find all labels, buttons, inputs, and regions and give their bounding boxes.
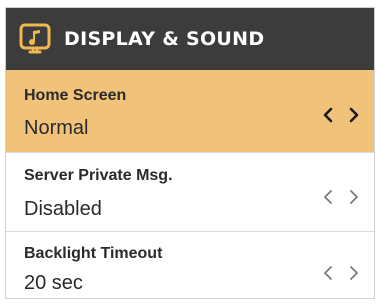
chevron-left-icon[interactable]	[320, 104, 336, 126]
chevron-right-icon[interactable]	[346, 262, 362, 284]
setting-label: Backlight Timeout	[24, 245, 163, 262]
music-note-display-icon	[19, 23, 51, 54]
setting-row-backlight-timeout[interactable]: Backlight Timeout 20 sec	[6, 232, 374, 298]
panel-header: DISPLAY & SOUND	[6, 8, 374, 70]
setting-row-server-private-msg[interactable]: Server Private Msg. Disabled	[6, 153, 374, 232]
chevron-right-icon[interactable]	[346, 104, 362, 126]
panel-title: DISPLAY & SOUND	[64, 28, 265, 50]
setting-value: Disabled	[24, 198, 102, 220]
display-sound-panel: DISPLAY & SOUND Home Screen Normal Serve…	[5, 7, 375, 299]
chevron-left-icon[interactable]	[320, 186, 336, 208]
setting-value: 20 sec	[24, 272, 83, 294]
setting-label: Server Private Msg.	[24, 167, 173, 184]
setting-row-home-screen[interactable]: Home Screen Normal	[6, 70, 374, 153]
setting-value: Normal	[24, 117, 89, 139]
value-stepper	[320, 103, 362, 127]
value-stepper	[320, 261, 362, 285]
chevron-left-icon[interactable]	[320, 262, 336, 284]
setting-label: Home Screen	[24, 87, 127, 104]
chevron-right-icon[interactable]	[346, 186, 362, 208]
value-stepper	[320, 185, 362, 209]
